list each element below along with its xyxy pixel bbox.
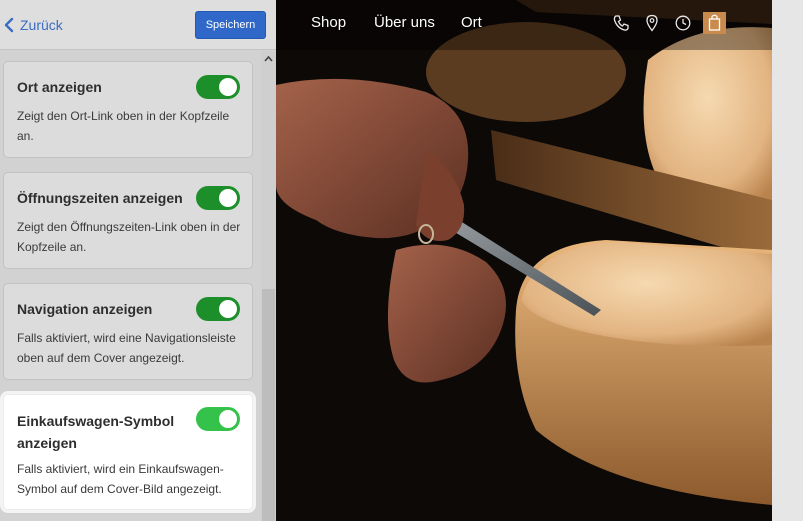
setting-card-show-location: Ort anzeigen Zeigt den Ort-Link oben in … [3, 61, 253, 158]
back-label: Zurück [20, 17, 63, 33]
panel-header: Zurück Speichern [0, 0, 276, 50]
phone-icon[interactable] [612, 14, 630, 32]
toggle-knob [219, 410, 237, 428]
setting-description: Zeigt den Ort-Link oben in der Kopfzeile… [17, 109, 230, 143]
nav-link-shop[interactable]: Shop [311, 14, 346, 31]
setting-description: Falls aktiviert, wird eine Navigationsle… [17, 331, 236, 365]
save-button[interactable]: Speichern [195, 11, 266, 39]
toggle-show-opening-hours[interactable] [196, 186, 240, 210]
setting-card-show-cart-icon: Einkaufswagen-Symbol anzeigen Falls akti… [3, 394, 253, 510]
preview-gutter [772, 0, 803, 521]
scrollbar-thumb[interactable] [262, 289, 275, 521]
scrollbar[interactable] [261, 51, 276, 521]
chevron-left-icon [4, 17, 14, 33]
setting-title: Ort anzeigen [17, 79, 102, 95]
nav-link-about[interactable]: Über uns [374, 14, 435, 31]
setting-description: Falls aktiviert, wird ein Einkaufswagen-… [17, 462, 224, 496]
setting-title: Einkaufswagen-Symbol anzeigen [17, 413, 175, 451]
cart-button[interactable] [703, 12, 726, 34]
cover-image [276, 0, 772, 521]
settings-list[interactable]: Ort anzeigen Zeigt den Ort-Link oben in … [0, 51, 261, 521]
toggle-show-cart-icon[interactable] [196, 407, 240, 431]
setting-title: Navigation anzeigen [17, 301, 153, 317]
toggle-knob [219, 78, 237, 96]
cover-navigation-bar: Shop Über uns Ort [276, 0, 772, 46]
setting-title: Öffnungszeiten anzeigen [17, 190, 183, 206]
scroll-up-arrow-icon[interactable] [264, 55, 273, 62]
back-button[interactable]: Zurück [4, 14, 63, 36]
nav-link-location[interactable]: Ort [461, 14, 482, 31]
location-pin-icon[interactable] [643, 14, 661, 32]
setting-description: Zeigt den Öffnungszeiten-Link oben in de… [17, 220, 241, 254]
toggle-knob [219, 189, 237, 207]
toggle-show-navigation[interactable] [196, 297, 240, 321]
setting-card-show-navigation: Navigation anzeigen Falls aktiviert, wir… [3, 283, 253, 380]
cover-preview: Shop Über uns Ort [276, 0, 772, 521]
toggle-show-location[interactable] [196, 75, 240, 99]
clock-icon[interactable] [674, 14, 692, 32]
shopping-bag-icon [708, 14, 721, 31]
toggle-knob [219, 300, 237, 318]
settings-panel: Zurück Speichern Ort anzeigen Zeigt den … [0, 0, 276, 521]
setting-card-show-opening-hours: Öffnungszeiten anzeigen Zeigt den Öffnun… [3, 172, 253, 269]
